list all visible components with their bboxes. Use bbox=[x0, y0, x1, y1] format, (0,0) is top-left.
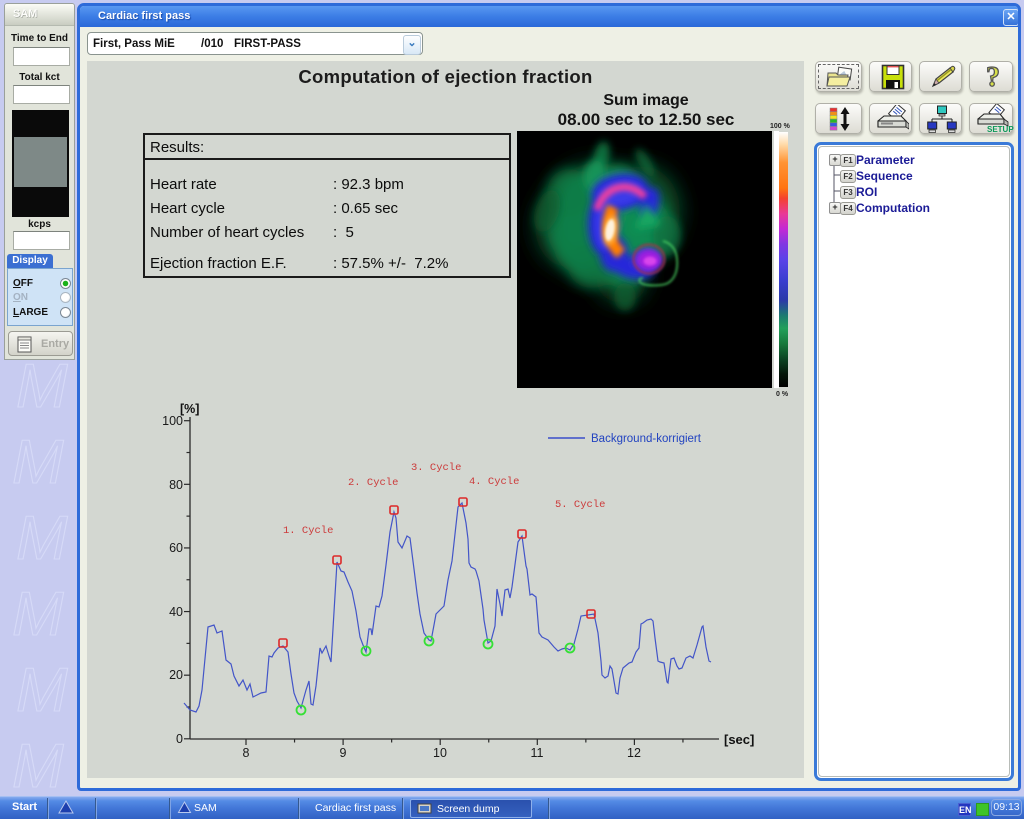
svg-text:8: 8 bbox=[243, 746, 250, 760]
svg-text:[%]: [%] bbox=[180, 402, 199, 416]
svg-text:2. Cycle: 2. Cycle bbox=[348, 477, 398, 489]
svg-text:5. Cycle: 5. Cycle bbox=[555, 499, 605, 511]
svg-text:10: 10 bbox=[433, 746, 447, 760]
svg-text:0: 0 bbox=[176, 732, 183, 746]
svg-text:11: 11 bbox=[531, 746, 544, 760]
svg-text:40: 40 bbox=[169, 605, 183, 619]
svg-text:9: 9 bbox=[340, 746, 347, 760]
svg-text:1. Cycle: 1. Cycle bbox=[283, 525, 333, 537]
svg-text:Background-korrigiert: Background-korrigiert bbox=[591, 433, 702, 445]
svg-text:60: 60 bbox=[169, 541, 183, 555]
svg-text:100: 100 bbox=[162, 414, 183, 428]
svg-text:12: 12 bbox=[627, 746, 641, 760]
svg-text:[sec]: [sec] bbox=[724, 732, 754, 747]
svg-text:20: 20 bbox=[169, 668, 183, 682]
svg-text:4. Cycle: 4. Cycle bbox=[469, 476, 519, 488]
svg-text:80: 80 bbox=[169, 478, 183, 492]
svg-text:3. Cycle: 3. Cycle bbox=[411, 462, 461, 474]
